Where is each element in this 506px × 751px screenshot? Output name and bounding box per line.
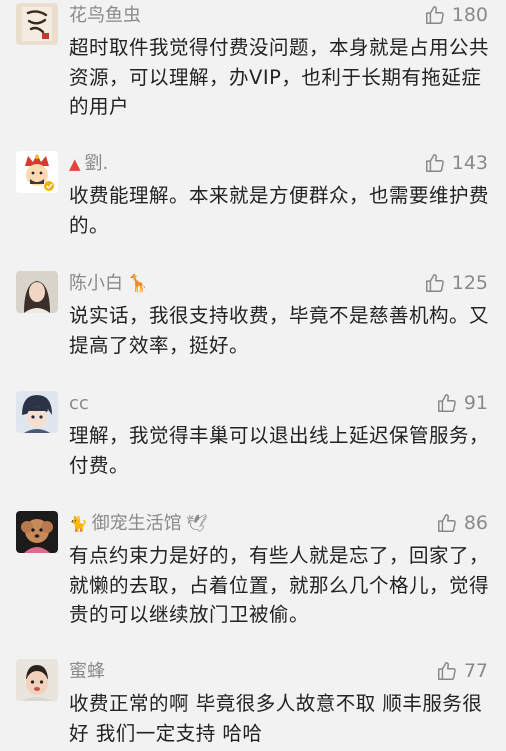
avatar[interactable] bbox=[16, 391, 58, 433]
user-name[interactable]: 🐈 御宠生活馆 🕊 bbox=[69, 513, 207, 535]
cartoon-emperor-avatar-icon bbox=[16, 151, 58, 193]
comment-text: 收费能理解。本来就是方便群众，也需要维护费的。 bbox=[69, 184, 490, 237]
comment-text: 有点约束力是好的，有些人就是忘了，回家了，就懒的去取，占着位置，就那么几个格儿，… bbox=[69, 544, 490, 626]
like-count: 86 bbox=[463, 512, 488, 534]
like-button[interactable]: 143 bbox=[424, 151, 488, 175]
like-count: 77 bbox=[463, 660, 488, 682]
comment-list: 花鸟鱼虫 180 超时取件我觉得付费没问题，本身就是占用公共资源，可以理解，办V… bbox=[0, 0, 506, 751]
thumbs-up-icon bbox=[425, 274, 444, 292]
like-button[interactable]: 125 bbox=[424, 271, 488, 295]
giraffe-icon: 🦒 bbox=[127, 274, 149, 294]
user-name[interactable]: cc bbox=[69, 393, 89, 415]
like-count: 91 bbox=[463, 392, 488, 414]
avatar[interactable] bbox=[16, 271, 58, 313]
like-button[interactable]: 77 bbox=[436, 659, 488, 683]
user-name[interactable]: 花鸟鱼虫 bbox=[69, 5, 141, 27]
dog-avatar-icon bbox=[16, 511, 58, 553]
like-button[interactable]: 180 bbox=[424, 3, 488, 27]
calligraphy-avatar-icon bbox=[16, 3, 58, 45]
thumbs-up-icon bbox=[437, 662, 456, 680]
thumbs-up-icon bbox=[425, 154, 444, 172]
cat-icon: 🐈 bbox=[69, 515, 88, 533]
comment-text: 超时取件我觉得付费没问题，本身就是占用公共资源，可以理解，办VIP，也利于长期有… bbox=[69, 36, 490, 118]
user-name[interactable]: ▲ 劉. bbox=[69, 153, 108, 175]
like-count: 180 bbox=[451, 4, 488, 26]
comment-text: 理解，我觉得丰巢可以退出线上延迟保管服务，付费。 bbox=[69, 424, 490, 477]
like-count: 125 bbox=[451, 272, 488, 294]
like-count: 143 bbox=[451, 152, 488, 174]
user-name[interactable]: 陈小白 🦒 bbox=[69, 273, 148, 295]
avatar[interactable] bbox=[16, 659, 58, 701]
thumbs-up-icon bbox=[437, 514, 456, 532]
user-name[interactable]: 蜜蜂 bbox=[69, 661, 105, 683]
like-button[interactable]: 86 bbox=[436, 511, 488, 535]
comment-text: 收费正常的啊 毕竟很多人故意不取 顺丰服务很好 我们一定支持 哈哈 bbox=[69, 692, 483, 745]
thumbs-up-icon bbox=[437, 394, 456, 412]
like-button[interactable]: 91 bbox=[436, 391, 488, 415]
user-badge: ▲ bbox=[69, 155, 81, 173]
thumbs-up-icon bbox=[425, 6, 444, 24]
portrait-avatar-icon bbox=[16, 271, 58, 313]
avatar[interactable] bbox=[16, 151, 58, 193]
baby-avatar-icon bbox=[16, 659, 58, 701]
dove-icon: 🕊 bbox=[185, 514, 208, 534]
anime-avatar-icon bbox=[16, 391, 58, 433]
avatar[interactable] bbox=[16, 511, 58, 553]
avatar[interactable] bbox=[16, 3, 58, 45]
comment-text: 说实话，我很支持收费，毕竟不是慈善机构。又提高了效率，挺好。 bbox=[69, 304, 490, 357]
